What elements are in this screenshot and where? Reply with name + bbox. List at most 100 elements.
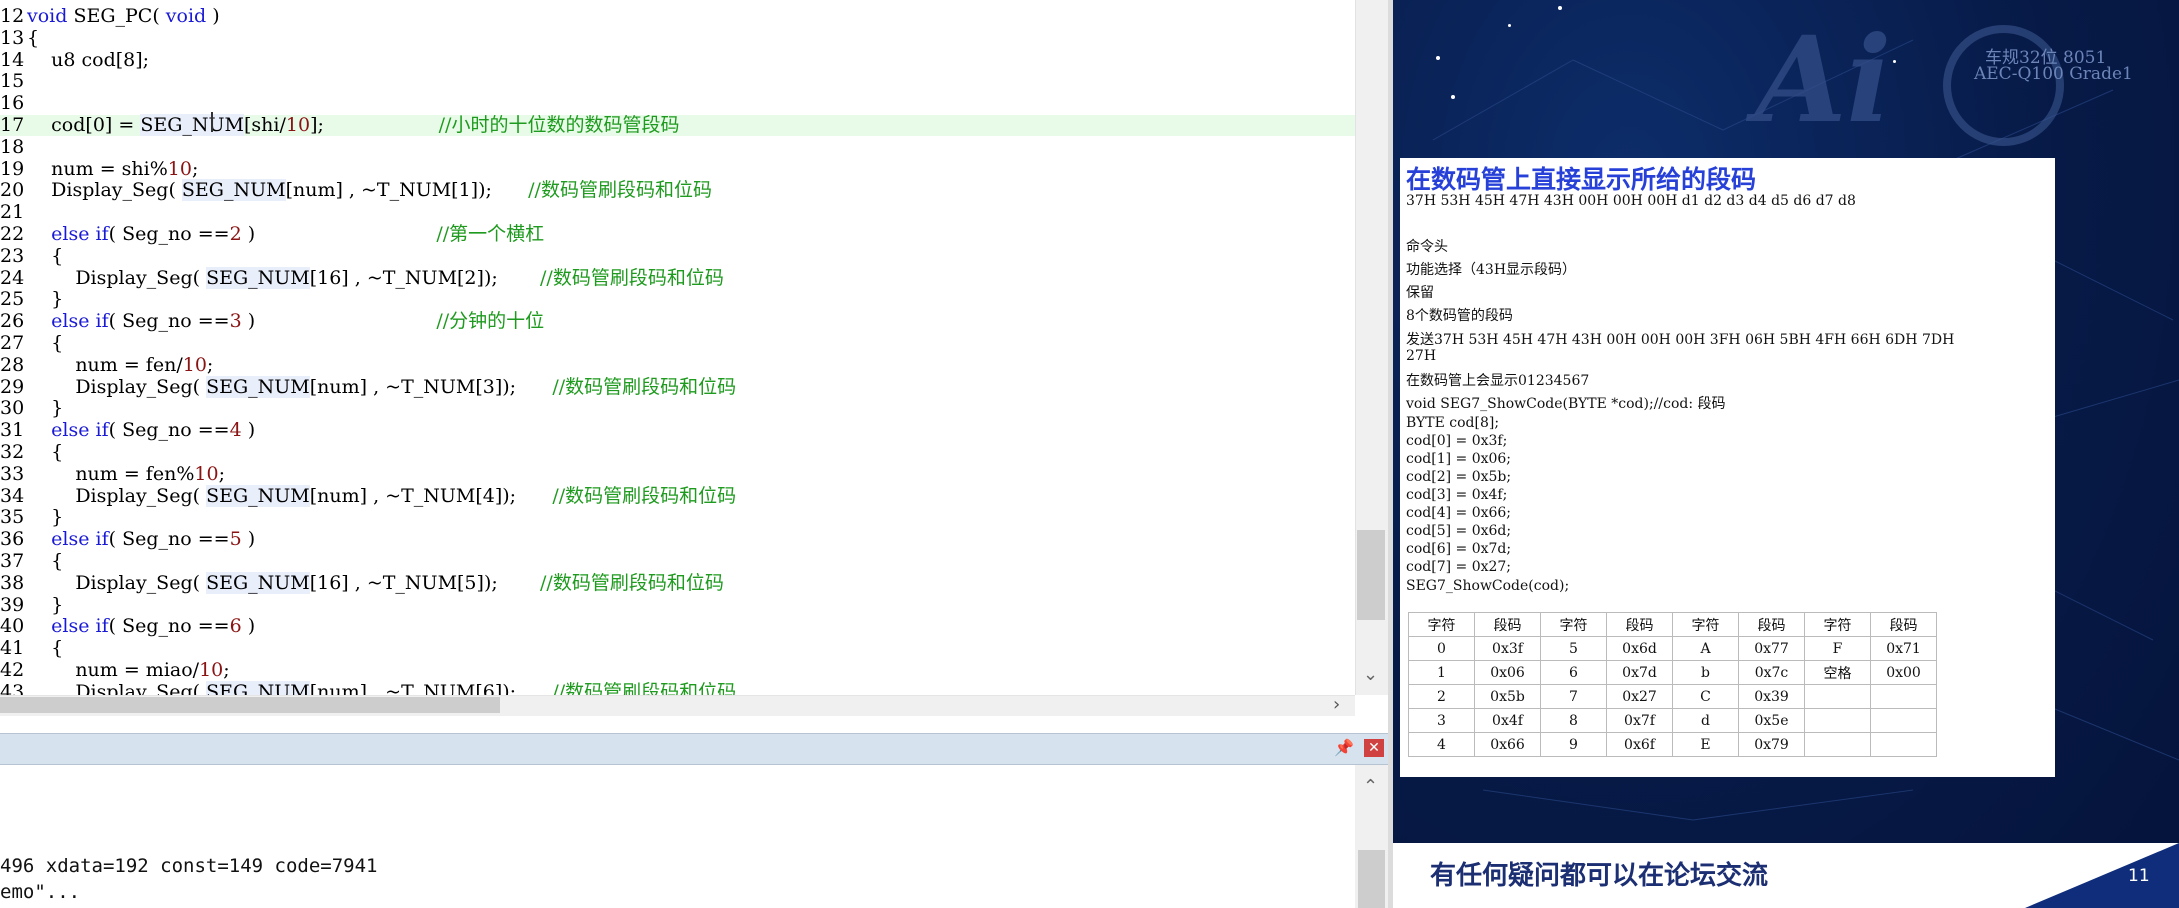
- table-cell: 0x00: [1870, 660, 1937, 685]
- line-number: 16: [0, 92, 25, 115]
- chevron-down-icon[interactable]: ⌄: [1363, 664, 1378, 685]
- table-header-cell: 段码: [1738, 612, 1805, 637]
- code-token: ): [241, 615, 256, 638]
- table-cell: d: [1672, 708, 1739, 733]
- doc-line: 8个数码管的段码: [1406, 308, 1513, 324]
- table-row: 1 0x06 6 0x7d b 0x7c 空格 0x00: [1408, 660, 1937, 685]
- code-token: }: [27, 288, 64, 311]
- code-text: cod[0] = SEG_NUM[shi/10]; //小时的十位数的数码管段码: [27, 114, 679, 136]
- code-line[interactable]: 20 Display_Seg( SEG_NUM[num] , ~T_NUM[1]…: [0, 179, 1355, 202]
- code-text: num = miao/10;: [27, 660, 229, 681]
- code-token: Display_Seg(: [27, 680, 207, 695]
- table-cell: [1804, 684, 1871, 709]
- code-token: num = shi%: [27, 157, 168, 180]
- code-line[interactable]: 12 void SEG_PC( void ): [0, 6, 1355, 27]
- code-editor[interactable]: 12 void SEG_PC( void ) 13{14 u8 cod[8]; 15 1…: [0, 0, 1355, 695]
- code-token: 6: [229, 615, 242, 638]
- code-line[interactable]: 29 Display_Seg( SEG_NUM[num] , ~T_NUM[3]…: [0, 375, 1355, 398]
- close-icon[interactable]: ✕: [1364, 739, 1384, 757]
- doc-line: 27H: [1406, 348, 1437, 364]
- code-line[interactable]: 32 {: [0, 442, 1355, 463]
- line-number: 15: [0, 70, 25, 93]
- star-dot: [1451, 95, 1455, 99]
- code-text: num = fen%10;: [27, 462, 225, 485]
- table-cell: 0x6d: [1606, 636, 1673, 661]
- code-line[interactable]: 18: [0, 136, 1355, 158]
- table-cell: 2: [1408, 684, 1475, 709]
- table-cell: 0x06: [1474, 660, 1541, 685]
- code-token: 5: [229, 528, 242, 551]
- table-cell: 0x79: [1738, 732, 1805, 757]
- code-line[interactable]: 25 }: [0, 289, 1355, 310]
- chevron-right-icon[interactable]: ›: [1333, 694, 1340, 715]
- table-cell: 0x5b: [1474, 684, 1541, 709]
- code-line[interactable]: 35 }: [0, 507, 1355, 528]
- code-line[interactable]: 37 {: [0, 551, 1355, 572]
- code-line[interactable]: 24 Display_Seg( SEG_NUM[16] , ~T_NUM[2])…: [0, 266, 1355, 289]
- code-text: {: [27, 333, 63, 354]
- code-line[interactable]: 15: [0, 71, 1355, 92]
- code-line[interactable]: 28 num = fen/10;: [0, 354, 1355, 376]
- line-number: 14: [0, 48, 25, 71]
- chevron-up-icon[interactable]: ⌃: [1363, 776, 1378, 797]
- code-text: num = fen/10;: [27, 354, 213, 376]
- code-line[interactable]: 39 }: [0, 594, 1355, 616]
- code-text: }: [27, 398, 63, 419]
- code-line[interactable]: 40 else if( Seg_no ==6 ): [0, 616, 1355, 637]
- table-cell: 7: [1540, 684, 1607, 709]
- code-line[interactable]: 31 else if( Seg_no ==4 ): [0, 420, 1355, 441]
- line-number: 42: [0, 659, 25, 681]
- table-cell: A: [1672, 636, 1739, 661]
- code-line[interactable]: 23 {: [0, 245, 1355, 267]
- code-line[interactable]: 36 else if( Seg_no ==5 ): [0, 529, 1355, 550]
- segment-code-table: 字符 段码 字符 段码 字符 段码 字符 段码 0 0x3f 5 0x6d A 0x77 F 0x71 1 0x0…: [1408, 612, 1937, 757]
- code-token: SEG_PC(: [73, 5, 166, 27]
- editor-vertical-scroll-thumb[interactable]: [1357, 530, 1385, 620]
- code-token: Display_Seg(: [27, 484, 207, 507]
- output-scroll-thumb[interactable]: [1358, 850, 1385, 908]
- star-dot: [1508, 24, 1511, 27]
- code-line[interactable]: 30 }: [0, 398, 1355, 419]
- code-line[interactable]: 26 else if( Seg_no ==3 ) //分钟的十位: [0, 311, 1355, 332]
- pin-icon[interactable]: 📌: [1334, 738, 1354, 757]
- table-cell: 5: [1540, 636, 1607, 661]
- editor-horizontal-scroll-thumb[interactable]: [0, 697, 500, 713]
- code-line[interactable]: 22 else if( Seg_no ==2 ) //第一个横杠: [0, 224, 1355, 245]
- code-token: {: [27, 550, 64, 572]
- line-number: 41: [0, 637, 25, 660]
- table-cell: 0: [1408, 636, 1475, 661]
- code-line[interactable]: 14 u8 cod[8];: [0, 48, 1355, 71]
- code-token: u8 cod[8];: [27, 48, 150, 71]
- code-text: else if( Seg_no ==6 ): [27, 616, 255, 637]
- code-line[interactable]: 34 Display_Seg( SEG_NUM[num] , ~T_NUM[4]…: [0, 484, 1355, 507]
- code-token: num = fen%: [27, 462, 195, 485]
- logo-subtitle: AEC-Q100 Grade1: [1974, 64, 2133, 84]
- output-line: 496 xdata=192 const=149 code=7941: [0, 855, 378, 877]
- code-line[interactable]: 41 {: [0, 638, 1355, 659]
- code-line[interactable]: 16: [0, 93, 1355, 114]
- table-cell: 0x7d: [1606, 660, 1673, 685]
- table-cell: 8: [1540, 708, 1607, 733]
- code-line[interactable]: 38 Display_Seg( SEG_NUM[16] , ~T_NUM[5])…: [0, 571, 1355, 594]
- code-line[interactable]: 13{: [0, 27, 1355, 49]
- text-cursor: [211, 112, 213, 132]
- code-line[interactable]: 19 num = shi%10;: [0, 157, 1355, 180]
- code-token: }: [27, 506, 64, 529]
- code-line[interactable]: 21: [0, 202, 1355, 223]
- code-token: else if: [51, 528, 109, 551]
- star-dot: [1558, 6, 1562, 10]
- code-token: SEG_NUM: [140, 114, 244, 136]
- code-line[interactable]: 43 Display_Seg( SEG_NUM[num] , ~T_NUM[6]…: [0, 680, 1355, 695]
- code-token: {: [27, 637, 64, 660]
- line-number: 21: [0, 201, 25, 224]
- code-line[interactable]: 33 num = fen%10;: [0, 462, 1355, 485]
- code-token: ): [206, 5, 220, 27]
- line-number: 24: [0, 266, 25, 289]
- code-line[interactable]: 42 num = miao/10;: [0, 660, 1355, 681]
- code-token: ;: [191, 157, 199, 180]
- code-line[interactable]: 27 {: [0, 333, 1355, 354]
- code-token: ): [241, 310, 437, 333]
- doc-line: cod[2] = 0x5b;: [1406, 469, 1512, 485]
- code-line[interactable]: 17 cod[0] = SEG_NUM[shi/10]; //小时的十位数的数码…: [0, 114, 1355, 136]
- code-text: }: [27, 507, 63, 528]
